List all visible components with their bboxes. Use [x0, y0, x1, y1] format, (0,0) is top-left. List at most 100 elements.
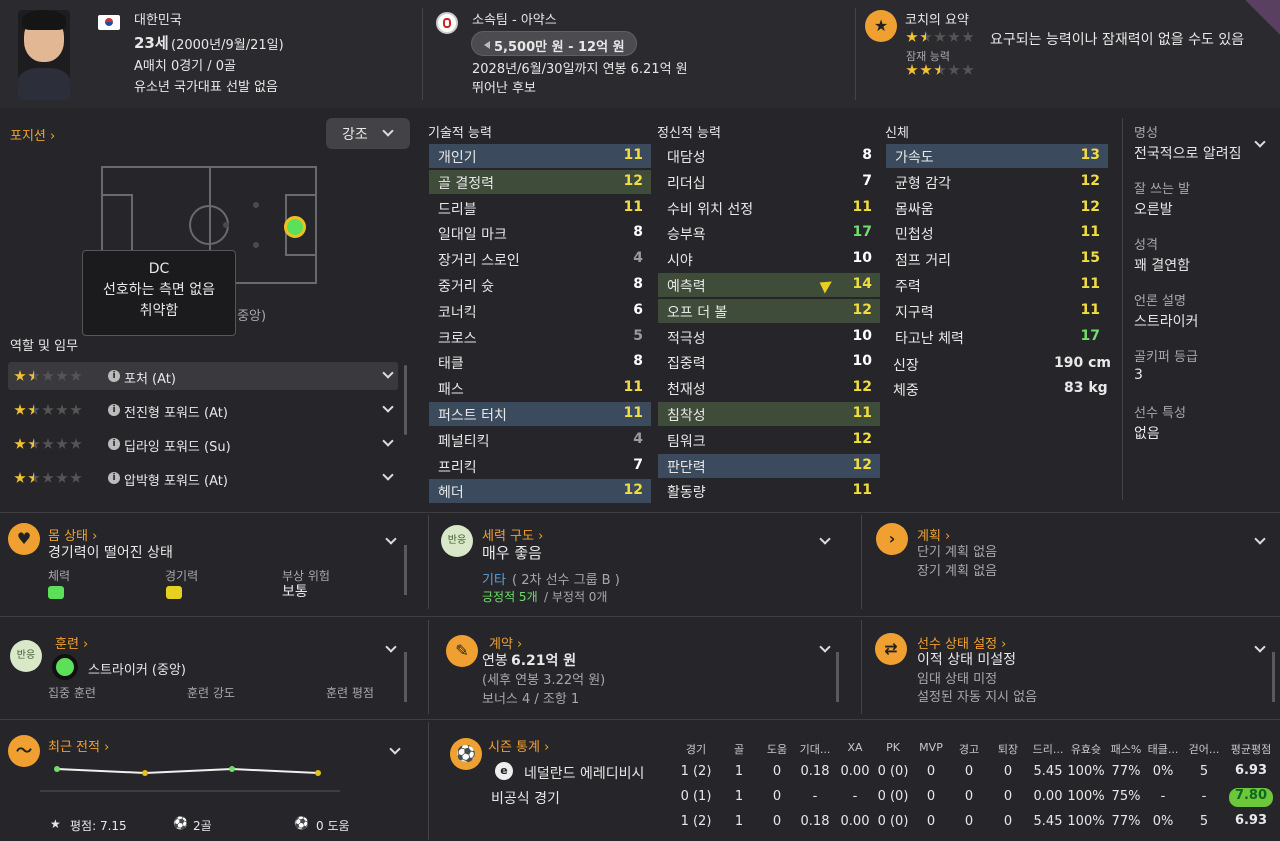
- training-scrollbar[interactable]: [404, 652, 407, 702]
- table-header[interactable]: 걷어...: [1179, 741, 1229, 757]
- plans-expand-icon[interactable]: [1254, 533, 1266, 545]
- role-row[interactable]: i 전진형 포워드 (At): [8, 396, 398, 424]
- attribute-row[interactable]: 프리킥 7: [429, 454, 651, 478]
- attribute-name: 드리블: [438, 201, 477, 218]
- attribute-row[interactable]: 장거리 스로인 4: [429, 247, 651, 271]
- position-title[interactable]: 포지션 ›: [10, 125, 55, 144]
- table-cell: 5: [1199, 814, 1209, 829]
- chevron-down-icon[interactable]: [382, 469, 394, 481]
- avg-rating: 6.93: [1234, 763, 1268, 778]
- attribute-row[interactable]: 크로스 5: [429, 325, 651, 349]
- star-icon: ★: [50, 817, 61, 831]
- attribute-row[interactable]: 코너킥 6: [429, 299, 651, 323]
- attribute-value: 10: [852, 250, 872, 267]
- attribute-row[interactable]: 점프 거리 15: [886, 247, 1108, 271]
- training-expand-icon[interactable]: [385, 641, 397, 653]
- star-icon: [56, 370, 68, 381]
- star-icon: [56, 404, 68, 415]
- info-icon[interactable]: i: [108, 404, 120, 416]
- form-point[interactable]: [229, 766, 235, 772]
- form-point[interactable]: [142, 770, 148, 776]
- status-expand-icon[interactable]: [1254, 641, 1266, 653]
- highlight-dropdown[interactable]: 강조: [326, 118, 410, 149]
- star-icon: [14, 438, 26, 449]
- attribute-value: 6: [633, 301, 643, 318]
- attribute-value: 11: [1080, 224, 1100, 241]
- fitness-expand-icon[interactable]: [385, 533, 397, 545]
- attribute-row[interactable]: 대담성 8: [658, 144, 880, 168]
- attribute-row[interactable]: 침착성 11: [658, 402, 880, 426]
- attribute-row[interactable]: 주력 11: [886, 273, 1108, 297]
- attribute-row[interactable]: 가속도 13: [886, 144, 1108, 168]
- attribute-row[interactable]: 일대일 마크 8: [429, 221, 651, 245]
- form-title[interactable]: 최근 전적 ›: [48, 736, 109, 755]
- fitness-scrollbar[interactable]: [404, 545, 407, 595]
- attribute-row[interactable]: 팀워크 12: [658, 428, 880, 452]
- attribute-row[interactable]: 오프 더 볼 12: [658, 298, 880, 323]
- dynamics-expand-icon[interactable]: [819, 533, 831, 545]
- roles-scrollbar[interactable]: [404, 365, 407, 435]
- attribute-row[interactable]: 예측력 14: [658, 273, 880, 297]
- info-icon[interactable]: i: [108, 370, 120, 382]
- attribute-row[interactable]: 적극성 10: [658, 325, 880, 349]
- attribute-row[interactable]: 시야 10: [658, 247, 880, 271]
- training-title[interactable]: 훈련 ›: [55, 633, 88, 652]
- attribute-row[interactable]: 균형 감각 12: [886, 170, 1108, 194]
- season-title[interactable]: 시즌 통계 ›: [488, 736, 549, 755]
- attribute-row[interactable]: 지구력 11: [886, 299, 1108, 323]
- position-tooltip: DC 선호하는 측면 없음 취약함: [82, 250, 236, 336]
- attribute-row[interactable]: 민첩성 11: [886, 221, 1108, 245]
- attribute-row[interactable]: 퍼스트 터치 11: [429, 402, 651, 426]
- nation-label[interactable]: 대한민국: [134, 9, 182, 28]
- value-pill[interactable]: 5,500만 원 - 12억 원: [471, 31, 637, 56]
- club-label[interactable]: 소속팀 - 아약스: [472, 9, 557, 28]
- info-value: 꽤 결연함: [1134, 258, 1190, 274]
- role-row[interactable]: i 딥라잉 포워드 (Su): [8, 430, 398, 458]
- attribute-row[interactable]: 활동량 11: [658, 479, 880, 503]
- attribute-row[interactable]: 개인기 11: [429, 144, 651, 168]
- role-row[interactable]: i 압박형 포워드 (At): [8, 464, 398, 492]
- form-expand-icon[interactable]: [389, 743, 401, 755]
- table-header[interactable]: 평균평점: [1226, 741, 1276, 757]
- attribute-row[interactable]: 수비 위치 선정 11: [658, 196, 880, 220]
- attribute-row[interactable]: 중거리 슛 8: [429, 273, 651, 297]
- group-link[interactable]: 기타: [482, 569, 506, 588]
- chevron-down-icon[interactable]: [382, 367, 394, 379]
- attribute-row[interactable]: 타고난 체력 17: [886, 325, 1108, 349]
- attribute-value: 12: [852, 430, 872, 447]
- contract-scrollbar[interactable]: [836, 652, 839, 702]
- attribute-row[interactable]: 몸싸움 12: [886, 196, 1108, 220]
- attribute-row[interactable]: 리더십 7: [658, 170, 880, 194]
- role-row[interactable]: i 포처 (At): [8, 362, 398, 390]
- star-icon: [70, 472, 82, 483]
- attribute-row[interactable]: 골 결정력 12: [429, 169, 651, 194]
- tooltip-line-2: 선호하는 측면 없음: [103, 282, 215, 298]
- info-value: 스트라이커: [1134, 314, 1199, 330]
- attribute-row[interactable]: 페널티킥 4: [429, 428, 651, 452]
- form-rating: 평점: 7.15: [70, 819, 127, 833]
- attribute-row[interactable]: 태클 8: [429, 350, 651, 374]
- pitch-label: (중앙): [232, 309, 267, 324]
- contract-expand-icon[interactable]: [819, 641, 831, 653]
- info-value: 3: [1134, 367, 1143, 383]
- info-icon[interactable]: i: [108, 438, 120, 450]
- chevron-down-icon[interactable]: [382, 435, 394, 447]
- star-icon: [28, 404, 40, 415]
- player-photo: [18, 10, 70, 100]
- attribute-row[interactable]: 판단력 12: [658, 453, 880, 478]
- form-point[interactable]: [315, 770, 321, 776]
- info-label: 잘 쓰는 발: [1134, 182, 1191, 197]
- form-point[interactable]: [54, 766, 60, 772]
- positive-count: 긍정적 5개: [482, 590, 538, 604]
- attribute-row[interactable]: 집중력 10: [658, 350, 880, 374]
- table-cell: -: [1201, 789, 1207, 804]
- attribute-row[interactable]: 드리블 11: [429, 196, 651, 220]
- status-scrollbar[interactable]: [1272, 652, 1275, 702]
- attribute-row[interactable]: 승부욕 17: [658, 221, 880, 245]
- info-icon[interactable]: i: [108, 472, 120, 484]
- attribute-row[interactable]: 천재성 12: [658, 376, 880, 400]
- reputation-expand-icon[interactable]: [1254, 136, 1266, 148]
- attribute-row[interactable]: 헤더 12: [429, 479, 651, 504]
- attribute-row[interactable]: 패스 11: [429, 376, 651, 400]
- chevron-down-icon[interactable]: [382, 401, 394, 413]
